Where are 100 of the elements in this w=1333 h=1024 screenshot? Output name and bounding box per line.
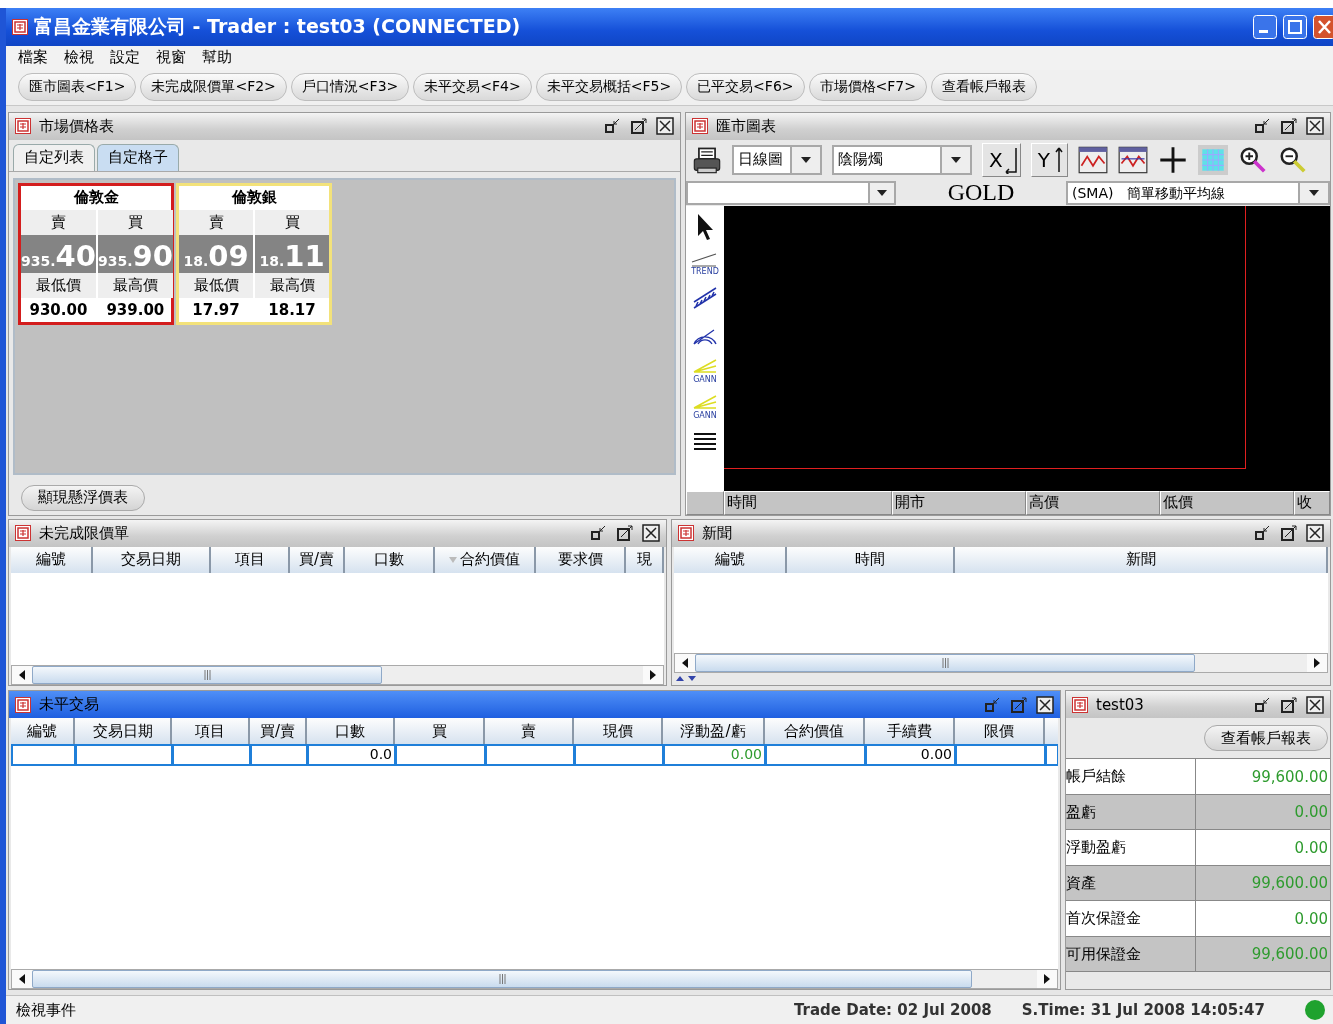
buy-price[interactable]: 935.90	[97, 234, 173, 273]
account-label: 可用保證金	[1066, 936, 1196, 973]
close-icon[interactable]	[1036, 695, 1054, 714]
horizontal-scrollbar[interactable]	[674, 653, 1328, 674]
grip-icon	[203, 670, 211, 681]
floating-quotes-button[interactable]: 顯現懸浮價表	[21, 484, 145, 511]
menu-item[interactable]: 檢視	[64, 48, 94, 68]
buy-price[interactable]: 18.11	[255, 234, 329, 273]
axis-arrow-icon	[1003, 145, 1018, 174]
toolbar-button[interactable]: 戶口情況<F3>	[290, 73, 410, 102]
close-icon[interactable]	[656, 117, 674, 136]
indicator-chart-icon[interactable]	[1077, 144, 1108, 175]
column-header: 時間	[724, 490, 892, 515]
input-cell[interactable]	[1045, 744, 1058, 767]
input-cell[interactable]	[485, 744, 574, 767]
fan-tool-icon[interactable]: GANN	[690, 389, 720, 420]
scroll-thumb[interactable]	[32, 970, 972, 989]
input-cell[interactable]	[250, 744, 307, 767]
column-header: 收	[1294, 490, 1330, 515]
restore-icon[interactable]	[590, 524, 608, 542]
indicator-chart-icon[interactable]	[1117, 144, 1148, 175]
toolbar-button[interactable]: 未平交易<F4>	[413, 73, 532, 102]
toolbar-button[interactable]: 匯市圖表<F1>	[18, 73, 137, 102]
menu-item[interactable]: 視窗	[156, 48, 186, 68]
dropdown-arrow-icon[interactable]	[950, 155, 962, 164]
input-cell[interactable]	[765, 744, 865, 767]
crosshair-icon[interactable]	[1157, 144, 1188, 175]
trend-tool-icon[interactable]: TREND	[690, 245, 720, 276]
tool-label: TREND	[691, 267, 719, 276]
scroll-left-icon[interactable]	[18, 670, 26, 681]
maximize-icon[interactable]	[630, 117, 648, 136]
close-icon[interactable]	[1306, 524, 1324, 542]
horizontal-scrollbar[interactable]	[11, 969, 1058, 990]
input-cell[interactable]	[11, 744, 75, 767]
tab[interactable]: 自定列表	[13, 143, 95, 171]
quote-card[interactable]: 倫敦銀 賣 買 18.09 18.11 最低價 最高價 17.97 18.17	[176, 182, 332, 325]
restore-icon[interactable]	[1254, 695, 1272, 714]
maximize-icon[interactable]	[1280, 117, 1298, 136]
maximize-icon[interactable]	[1280, 695, 1298, 714]
close-icon[interactable]	[1306, 117, 1324, 136]
account-report-button[interactable]: 查看帳戶報表	[1204, 725, 1328, 752]
trade-date: Trade Date: 02 Jul 2008	[793, 1001, 992, 1019]
input-cell[interactable]	[75, 744, 172, 767]
account-label: 帳戶結餘	[1066, 759, 1196, 795]
menu-item[interactable]: 幫助	[202, 48, 232, 68]
restore-icon[interactable]	[1254, 524, 1272, 542]
restore-icon[interactable]	[1254, 117, 1272, 136]
dropdown-arrow-icon[interactable]	[876, 188, 888, 197]
scroll-thumb[interactable]	[32, 666, 382, 685]
sell-price[interactable]: 935.40	[21, 234, 96, 273]
account-label: 資產	[1066, 865, 1196, 902]
close-icon[interactable]	[642, 524, 660, 542]
high-price: 18.17	[267, 299, 317, 321]
dropdown-field[interactable]: 陰陽燭	[832, 144, 972, 175]
dropdown-field[interactable]: 日線圖	[732, 144, 822, 175]
toolbar-button[interactable]: 未平交易概括<F5>	[535, 73, 683, 102]
indicator-dropdown[interactable]: (SMA) 簡單移動平均線	[1066, 180, 1330, 205]
toolbar-button[interactable]: 已平交易<F6>	[686, 73, 805, 102]
menu-item[interactable]: 檔案	[18, 48, 48, 68]
scroll-thumb[interactable]	[695, 654, 1195, 673]
maximize-icon[interactable]	[616, 524, 634, 542]
account-label: 首次保證金	[1066, 901, 1196, 937]
scroll-left-icon[interactable]	[681, 658, 689, 669]
scroll-right-icon[interactable]	[649, 670, 657, 681]
scroll-right-icon[interactable]	[1313, 658, 1321, 669]
tab[interactable]: 自定格子	[97, 143, 179, 171]
column-header: 低價	[1160, 490, 1294, 515]
window-title: 富昌金業有限公司 - Trader : test03 (CONNECTED)	[34, 14, 521, 39]
fan-tool-icon[interactable]: GANN	[690, 353, 720, 384]
buy-label: 買	[255, 209, 329, 235]
toolbar-button[interactable]: 查看帳戶報表	[930, 73, 1037, 102]
input-cell[interactable]	[574, 744, 663, 767]
axis-button[interactable]: X	[982, 142, 1021, 177]
buy-label: 買	[97, 209, 173, 235]
scroll-right-icon[interactable]	[1043, 974, 1051, 985]
menu-item[interactable]: 設定	[110, 48, 140, 68]
splitter-arrows-icon[interactable]	[676, 675, 698, 684]
panel-title: 匯市圖表	[716, 116, 776, 136]
toolbar-button[interactable]: 市場價格<F7>	[808, 73, 927, 102]
input-cell[interactable]: 0.0	[307, 744, 395, 767]
restore-icon[interactable]	[604, 117, 622, 136]
maximize-icon[interactable]	[1280, 524, 1298, 542]
quote-card[interactable]: 倫敦金 賣 買 935.40 935.90 最低價 最高價 930.00 939.00	[18, 182, 174, 325]
input-cell[interactable]	[395, 744, 485, 767]
app-logo-icon	[15, 118, 31, 135]
toolbar-button[interactable]: 未完成限價單<F2>	[140, 73, 287, 102]
input-cell[interactable]	[955, 744, 1045, 767]
input-cell[interactable]: 0.00	[663, 744, 765, 767]
app-logo-icon	[678, 525, 694, 541]
input-cell[interactable]	[172, 744, 250, 767]
dropdown-arrow-icon[interactable]	[800, 155, 812, 164]
scroll-left-icon[interactable]	[18, 974, 26, 985]
minimize-icon[interactable]	[1253, 15, 1277, 39]
input-cell[interactable]: 0.00	[865, 744, 955, 767]
axis-button[interactable]: Y	[1030, 142, 1068, 177]
close-icon[interactable]	[1306, 695, 1324, 714]
horizontal-scrollbar[interactable]	[11, 665, 664, 686]
sell-price[interactable]: 18.09	[179, 234, 253, 273]
low-price: 17.97	[191, 299, 241, 321]
dropdown-arrow-icon[interactable]	[1308, 188, 1320, 197]
